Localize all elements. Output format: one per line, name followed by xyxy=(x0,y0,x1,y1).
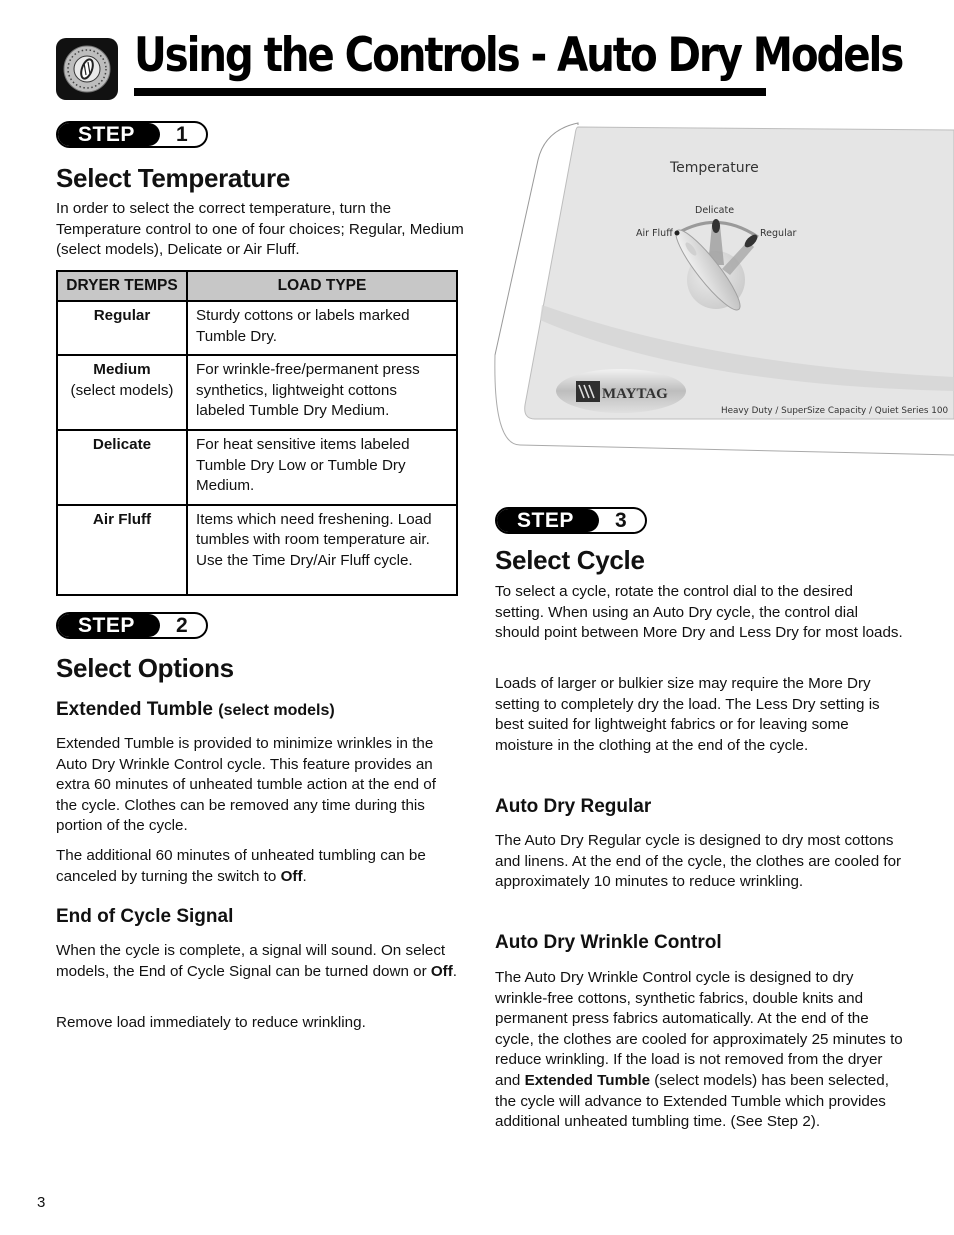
temp-name: Medium xyxy=(93,361,151,379)
load-type: Items which need freshening. Load tumble… xyxy=(196,510,432,569)
brand-name: MAYTAG xyxy=(602,386,668,402)
select-temperature-heading: Select Temperature xyxy=(56,163,290,193)
auto-dry-regular-description: The Auto Dry Regular cycle is designed t… xyxy=(495,832,902,891)
table-row: Air Fluff Items which need freshening. L… xyxy=(57,504,457,595)
auto-dry-wrinkle-heading: Auto Dry Wrinkle Control xyxy=(495,932,722,953)
step-number: 3 xyxy=(615,509,627,532)
load-type: Sturdy cottons or labels marked Tumble D… xyxy=(187,301,457,357)
extended-tumble-description: Extended Tumble is provided to minimize … xyxy=(56,735,436,835)
control-panel-illustration: Temperature Delicate Air Fluff Regular M… xyxy=(490,115,954,465)
off-emphasis: Off xyxy=(430,962,453,980)
text-segment: . xyxy=(452,962,458,980)
select-models-note: (select models) xyxy=(218,702,335,719)
step-1-badge: STEP 1 xyxy=(56,121,208,148)
step-3-badge: STEP 3 xyxy=(495,507,647,534)
text-segment: . xyxy=(302,867,307,885)
step-2-badge: STEP 2 xyxy=(56,612,208,639)
text-segment: The additional 60 minutes of unheated tu… xyxy=(56,847,426,885)
end-of-cycle-description: When the cycle is complete, a signal wil… xyxy=(56,941,461,982)
temperature-intro: In order to select the correct temperatu… xyxy=(56,200,464,259)
model-text: Heavy Duty / SuperSize Capacity / Quiet … xyxy=(721,406,948,416)
end-of-cycle-heading: End of Cycle Signal xyxy=(56,906,234,927)
auto-dry-regular-heading: Auto Dry Regular xyxy=(495,796,652,817)
step-label: STEP xyxy=(58,614,160,637)
step-number: 2 xyxy=(176,614,188,637)
table-row: Regular Sturdy cottons or labels marked … xyxy=(57,301,457,357)
dryer-dial-icon xyxy=(56,38,118,100)
select-cycle-p1: To select a cycle, rotate the control di… xyxy=(495,583,903,642)
dial-label-delicate: Delicate xyxy=(695,205,734,216)
table-row: Medium (select models) For wrinkle-free/p… xyxy=(57,355,457,431)
table-header-row: DRYER TEMPS LOAD TYPE xyxy=(57,271,457,302)
temperature-label: Temperature xyxy=(669,160,759,176)
step-number: 1 xyxy=(176,123,188,146)
extended-tumble-title: Extended Tumble xyxy=(56,699,213,720)
temp-name: Regular xyxy=(93,307,151,324)
temp-name: Delicate xyxy=(92,435,152,453)
column-header: LOAD TYPE xyxy=(187,271,457,302)
dial-label-air-fluff: Air Fluff xyxy=(636,228,673,239)
table-row: Delicate For heat sensitive items labele… xyxy=(57,429,457,506)
text-segment: When the cycle is complete, a signal wil… xyxy=(56,942,446,980)
dial-label-regular: Regular xyxy=(760,228,797,239)
temp-note: (select models) xyxy=(70,381,174,399)
select-cycle-p2: Loads of larger or bulkier size may requ… xyxy=(495,675,880,754)
step-label: STEP xyxy=(58,123,160,146)
page-number: 3 xyxy=(37,1194,46,1211)
dryer-temps-table: DRYER TEMPS LOAD TYPE Regular Sturdy cot… xyxy=(56,270,458,596)
column-header: DRYER TEMPS xyxy=(57,271,188,302)
title-underline xyxy=(134,88,766,96)
extended-tumble-cancel-note: The additional 60 minutes of unheated tu… xyxy=(56,846,461,887)
temp-name: Air Fluff xyxy=(92,510,152,528)
extended-tumble-emphasis: Extended Tumble xyxy=(524,1071,651,1089)
maytag-logo: MAYTAG xyxy=(556,369,686,413)
page-title: Using the Controls - Auto Dry Models xyxy=(134,28,904,83)
select-options-heading: Select Options xyxy=(56,653,234,683)
step-label: STEP xyxy=(497,509,599,532)
auto-dry-wrinkle-description: The Auto Dry Wrinkle Control cycle is de… xyxy=(495,968,905,1133)
extended-tumble-heading: Extended Tumble (select models) xyxy=(56,699,335,721)
text-segment: The Auto Dry Wrinkle Control cycle is de… xyxy=(495,969,903,1089)
off-emphasis: Off xyxy=(280,867,303,885)
load-type: For wrinkle-free/permanent press synthet… xyxy=(187,355,457,431)
select-cycle-heading: Select Cycle xyxy=(495,545,645,575)
load-type: For heat sensitive items labeled Tumble … xyxy=(187,429,457,506)
remove-load-note: Remove load immediately to reduce wrinkl… xyxy=(56,1014,366,1031)
